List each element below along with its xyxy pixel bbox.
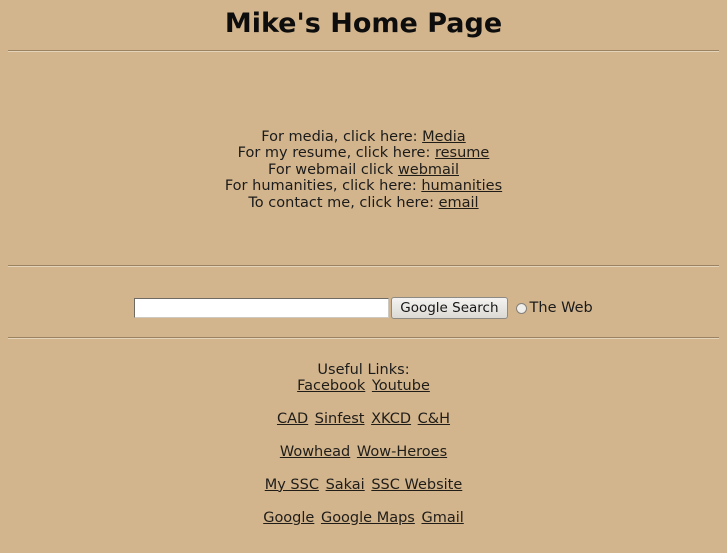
useful-link-google[interactable]: Google: [263, 510, 314, 526]
useful-links-row: My SSC Sakai SSC Website: [0, 477, 727, 493]
useful-links-row: CAD Sinfest XKCD C&H: [0, 411, 727, 427]
divider-top: [8, 50, 719, 52]
useful-links-row: Google Google Maps Gmail: [0, 510, 727, 526]
useful-link-gmail[interactable]: Gmail: [421, 510, 463, 526]
useful-link-sinfest[interactable]: Sinfest: [315, 411, 365, 427]
useful-link-sakai[interactable]: Sakai: [326, 477, 365, 493]
page-root: Mike's Home Page For media, click here: …: [0, 8, 727, 553]
radio-icon[interactable]: [515, 302, 527, 314]
intro-link-webmail[interactable]: webmail: [398, 162, 459, 178]
intro-link-email[interactable]: email: [439, 195, 479, 211]
intro-line-text: To contact me, click here:: [248, 194, 439, 211]
useful-link-cad[interactable]: CAD: [277, 411, 308, 427]
useful-links-heading: Useful Links:: [317, 362, 410, 378]
page-title: Mike's Home Page: [224, 8, 503, 39]
intro-link-humanities[interactable]: humanities: [421, 178, 502, 194]
divider-bottom: [8, 337, 719, 339]
useful-link-wow-heroes[interactable]: Wow-Heroes: [357, 444, 447, 460]
intro-links-block: For media, click here: Media For my resum…: [0, 129, 727, 211]
useful-link-facebook[interactable]: Facebook: [297, 378, 365, 394]
intro-line: For humanities, click here: humanities: [0, 178, 727, 194]
useful-links-row: Wowhead Wow-Heroes: [0, 444, 727, 460]
useful-link-youtube[interactable]: Youtube: [372, 378, 430, 394]
useful-links-spacer: [0, 460, 727, 476]
useful-link-xkcd[interactable]: XKCD: [371, 411, 411, 427]
useful-link-my-ssc[interactable]: My SSC: [265, 477, 319, 493]
intro-line-text: For my resume, click here:: [237, 145, 435, 162]
intro-line: For my resume, click here: resume: [0, 145, 727, 161]
google-search-form: Google Search The Web: [0, 297, 727, 319]
useful-links-row: Facebook Youtube: [0, 378, 727, 394]
intro-link-resume[interactable]: resume: [435, 145, 489, 161]
useful-links-spacer: [0, 428, 727, 444]
divider-middle: [8, 265, 719, 267]
useful-links-spacer: [0, 493, 727, 509]
useful-links-block: Useful Links: Facebook Youtube CAD Sinfest…: [0, 362, 727, 526]
intro-line: For webmail click webmail: [0, 162, 727, 178]
useful-links-spacer: [0, 395, 727, 411]
intro-link-media[interactable]: Media: [422, 129, 466, 145]
search-input[interactable]: [134, 298, 390, 318]
useful-link-wowhead[interactable]: Wowhead: [280, 444, 350, 460]
useful-link-google-maps[interactable]: Google Maps: [321, 510, 415, 526]
search-scope-label: The Web: [529, 300, 593, 316]
intro-line-text: For media, click here:: [261, 129, 423, 145]
intro-line-text: For humanities, click here:: [224, 178, 422, 195]
search-scope-the-web[interactable]: The Web: [515, 300, 593, 316]
intro-line: For media, click here: Media: [0, 129, 727, 145]
useful-link-c-h[interactable]: C&H: [418, 411, 450, 427]
useful-link-ssc-website[interactable]: SSC Website: [371, 477, 462, 493]
intro-line: To contact me, click here: email: [0, 195, 727, 211]
intro-line-text: For webmail click: [268, 161, 398, 178]
google-search-button[interactable]: Google Search: [391, 297, 508, 319]
